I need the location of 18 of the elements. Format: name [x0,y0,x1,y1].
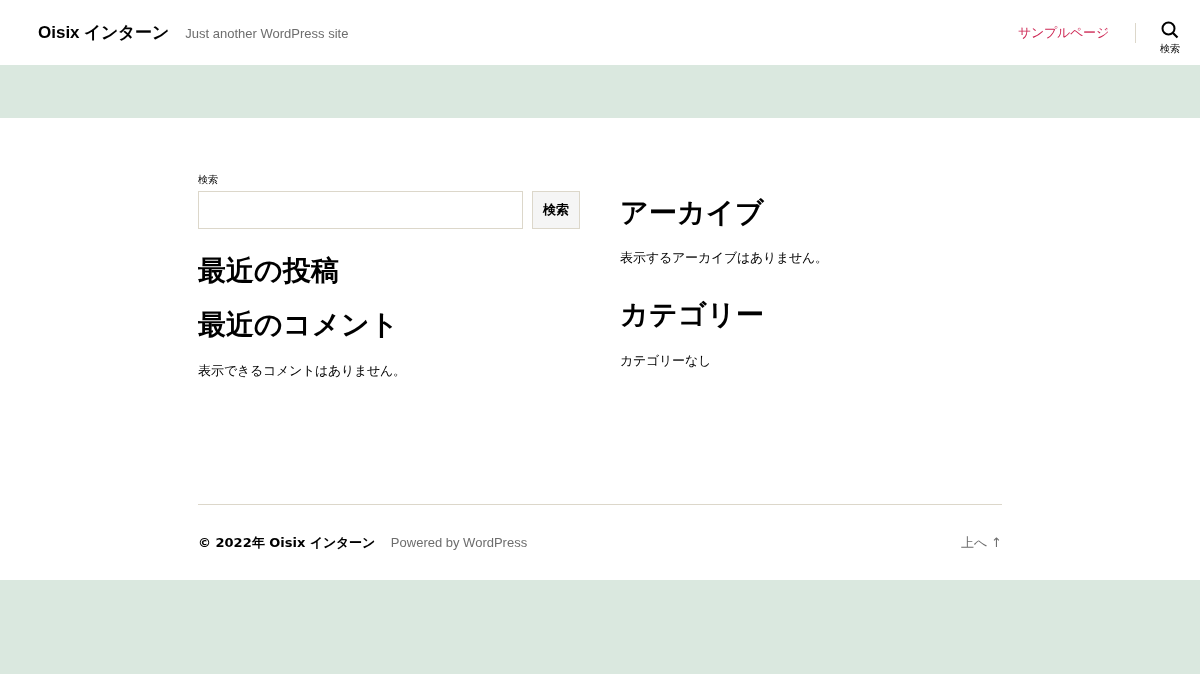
site-title[interactable]: Oisix インターン [38,21,170,44]
widget-title: 最近のコメント [198,307,400,344]
widget-text: 表示できるコメントはありません。 [198,361,407,380]
widget-title: 最近の投稿 [198,253,340,289]
widget-title: アーカイブ [620,195,765,231]
nav-link[interactable]: サンプルページ [1018,23,1109,42]
search-label: 検索 [198,173,219,187]
widget-text: 表示するアーカイブはありません。 [620,249,829,268]
copyright-text: © 2022年 Oisix インターン [198,533,375,552]
widget-text: カテゴリーなし [620,351,712,370]
search-icon [1161,21,1179,39]
search-button[interactable]: 検索 [532,191,580,229]
powered-by-link[interactable]: Powered by WordPress [390,535,528,551]
search-field[interactable] [198,191,523,229]
back-to-top-link[interactable]: 上へ ↑ [960,533,1002,552]
site-tagline: Just another WordPress site [185,26,349,41]
search-toggle[interactable]: 検索 [1160,21,1180,56]
widget-title: カテゴリー [620,297,765,334]
